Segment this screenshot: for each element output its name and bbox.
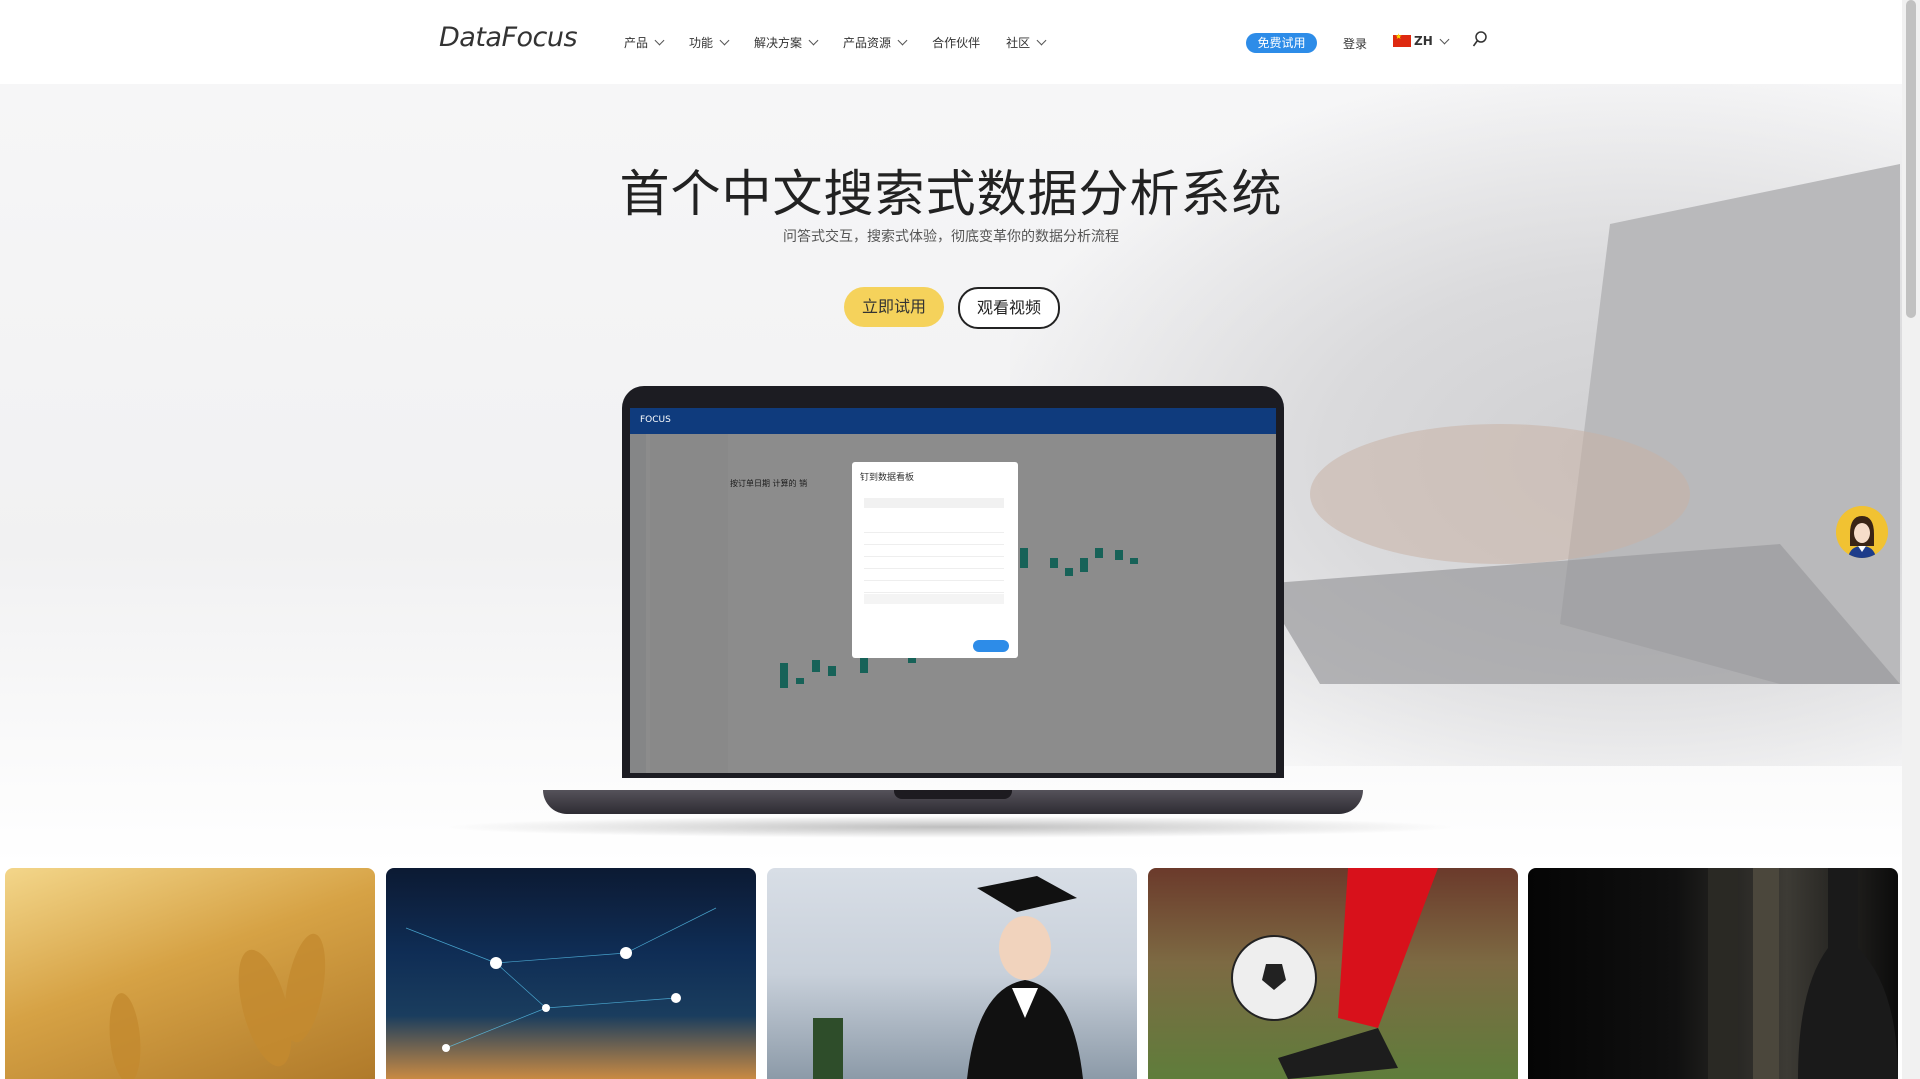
smart-city-card[interactable] [386, 868, 756, 1079]
chevron-down-icon [897, 35, 908, 46]
list-item[interactable] [864, 570, 1004, 581]
nav-resources[interactable]: 产品资源 [843, 34, 908, 51]
modal-title: 钉到数据看板 [860, 473, 915, 483]
free-trial-button[interactable]: 免费试用 [1246, 33, 1317, 53]
search-icon[interactable] [1472, 30, 1488, 50]
hero-subtitle: 问答式交互，搜索式体验，彻底变革你的数据分析流程 [783, 229, 1119, 245]
industry-cards [0, 868, 1902, 1079]
list-item[interactable] [864, 558, 1004, 569]
modal-overlay: 钉到数据看板 [630, 434, 1276, 773]
list-item[interactable] [864, 534, 1004, 545]
site-header: DataFocus 产品 功能 解决方案 产品资源 合作伙伴 社区 免费试用 登… [0, 0, 1902, 84]
language-code: ZH [1414, 34, 1433, 48]
modal-search-field[interactable] [864, 498, 1004, 508]
watch-video-button[interactable]: 观看视频 [958, 287, 1060, 329]
sports-card[interactable] [1148, 868, 1518, 1079]
nav-solutions[interactable]: 解决方案 [754, 34, 819, 51]
wheat-image [109, 933, 326, 1079]
laptop-shadow [440, 816, 1460, 838]
list-item[interactable] [864, 582, 1004, 593]
agriculture-card[interactable] [5, 868, 375, 1079]
main-nav: 产品 功能 解决方案 产品资源 合作伙伴 社区 [624, 34, 1071, 51]
china-flag-icon [1393, 32, 1411, 47]
list-item[interactable] [864, 546, 1004, 557]
app-brand: FOCUS [640, 415, 671, 425]
hero-title: 首个中文搜索式数据分析系统 [619, 165, 1283, 223]
education-card[interactable] [767, 868, 1137, 1079]
laptop-notch [894, 790, 1012, 799]
nav-community[interactable]: 社区 [1006, 34, 1047, 51]
list-item[interactable] [864, 594, 1004, 604]
customer-service-avatar[interactable] [1836, 506, 1888, 558]
soccer-image [1231, 868, 1438, 1079]
laptop-screen: FOCUS 按订单日期 计算的 销 钉到数据看板 [630, 408, 1276, 773]
wine-card[interactable] [1528, 868, 1898, 1079]
nav-products-label: 产品 [624, 36, 649, 50]
nav-community-label: 社区 [1006, 36, 1031, 50]
app-topbar: FOCUS [630, 408, 1276, 434]
try-now-button[interactable]: 立即试用 [844, 287, 944, 327]
network-city-image [405, 907, 717, 1052]
chevron-down-icon [1439, 34, 1450, 44]
chevron-down-icon [719, 35, 730, 46]
nav-solutions-label: 解决方案 [754, 36, 803, 50]
nav-resources-label: 产品资源 [843, 36, 892, 50]
language-selector[interactable]: ZH [1393, 32, 1450, 48]
nav-features[interactable]: 功能 [689, 34, 730, 51]
nav-features-label: 功能 [689, 36, 714, 50]
scrollbar-thumb[interactable] [1906, 0, 1916, 318]
support-agent-icon [1836, 506, 1888, 558]
nav-products[interactable]: 产品 [624, 34, 665, 51]
nav-partners[interactable]: 合作伙伴 [932, 34, 980, 51]
wine-bottles-image [1708, 868, 1898, 1079]
chevron-down-icon [808, 35, 819, 46]
datafocus-logo[interactable]: DataFocus [439, 22, 578, 53]
chevron-down-icon [1036, 35, 1047, 46]
pin-to-dashboard-modal: 钉到数据看板 [852, 462, 1018, 658]
laptop-with-hands-image [1260, 164, 1900, 684]
modal-confirm-button[interactable] [973, 640, 1009, 652]
graduate-image [813, 876, 1083, 1079]
nav-partners-label: 合作伙伴 [932, 36, 981, 50]
chevron-down-icon [654, 35, 665, 46]
login-link[interactable]: 登录 [1343, 35, 1367, 52]
list-item[interactable] [864, 522, 1004, 533]
